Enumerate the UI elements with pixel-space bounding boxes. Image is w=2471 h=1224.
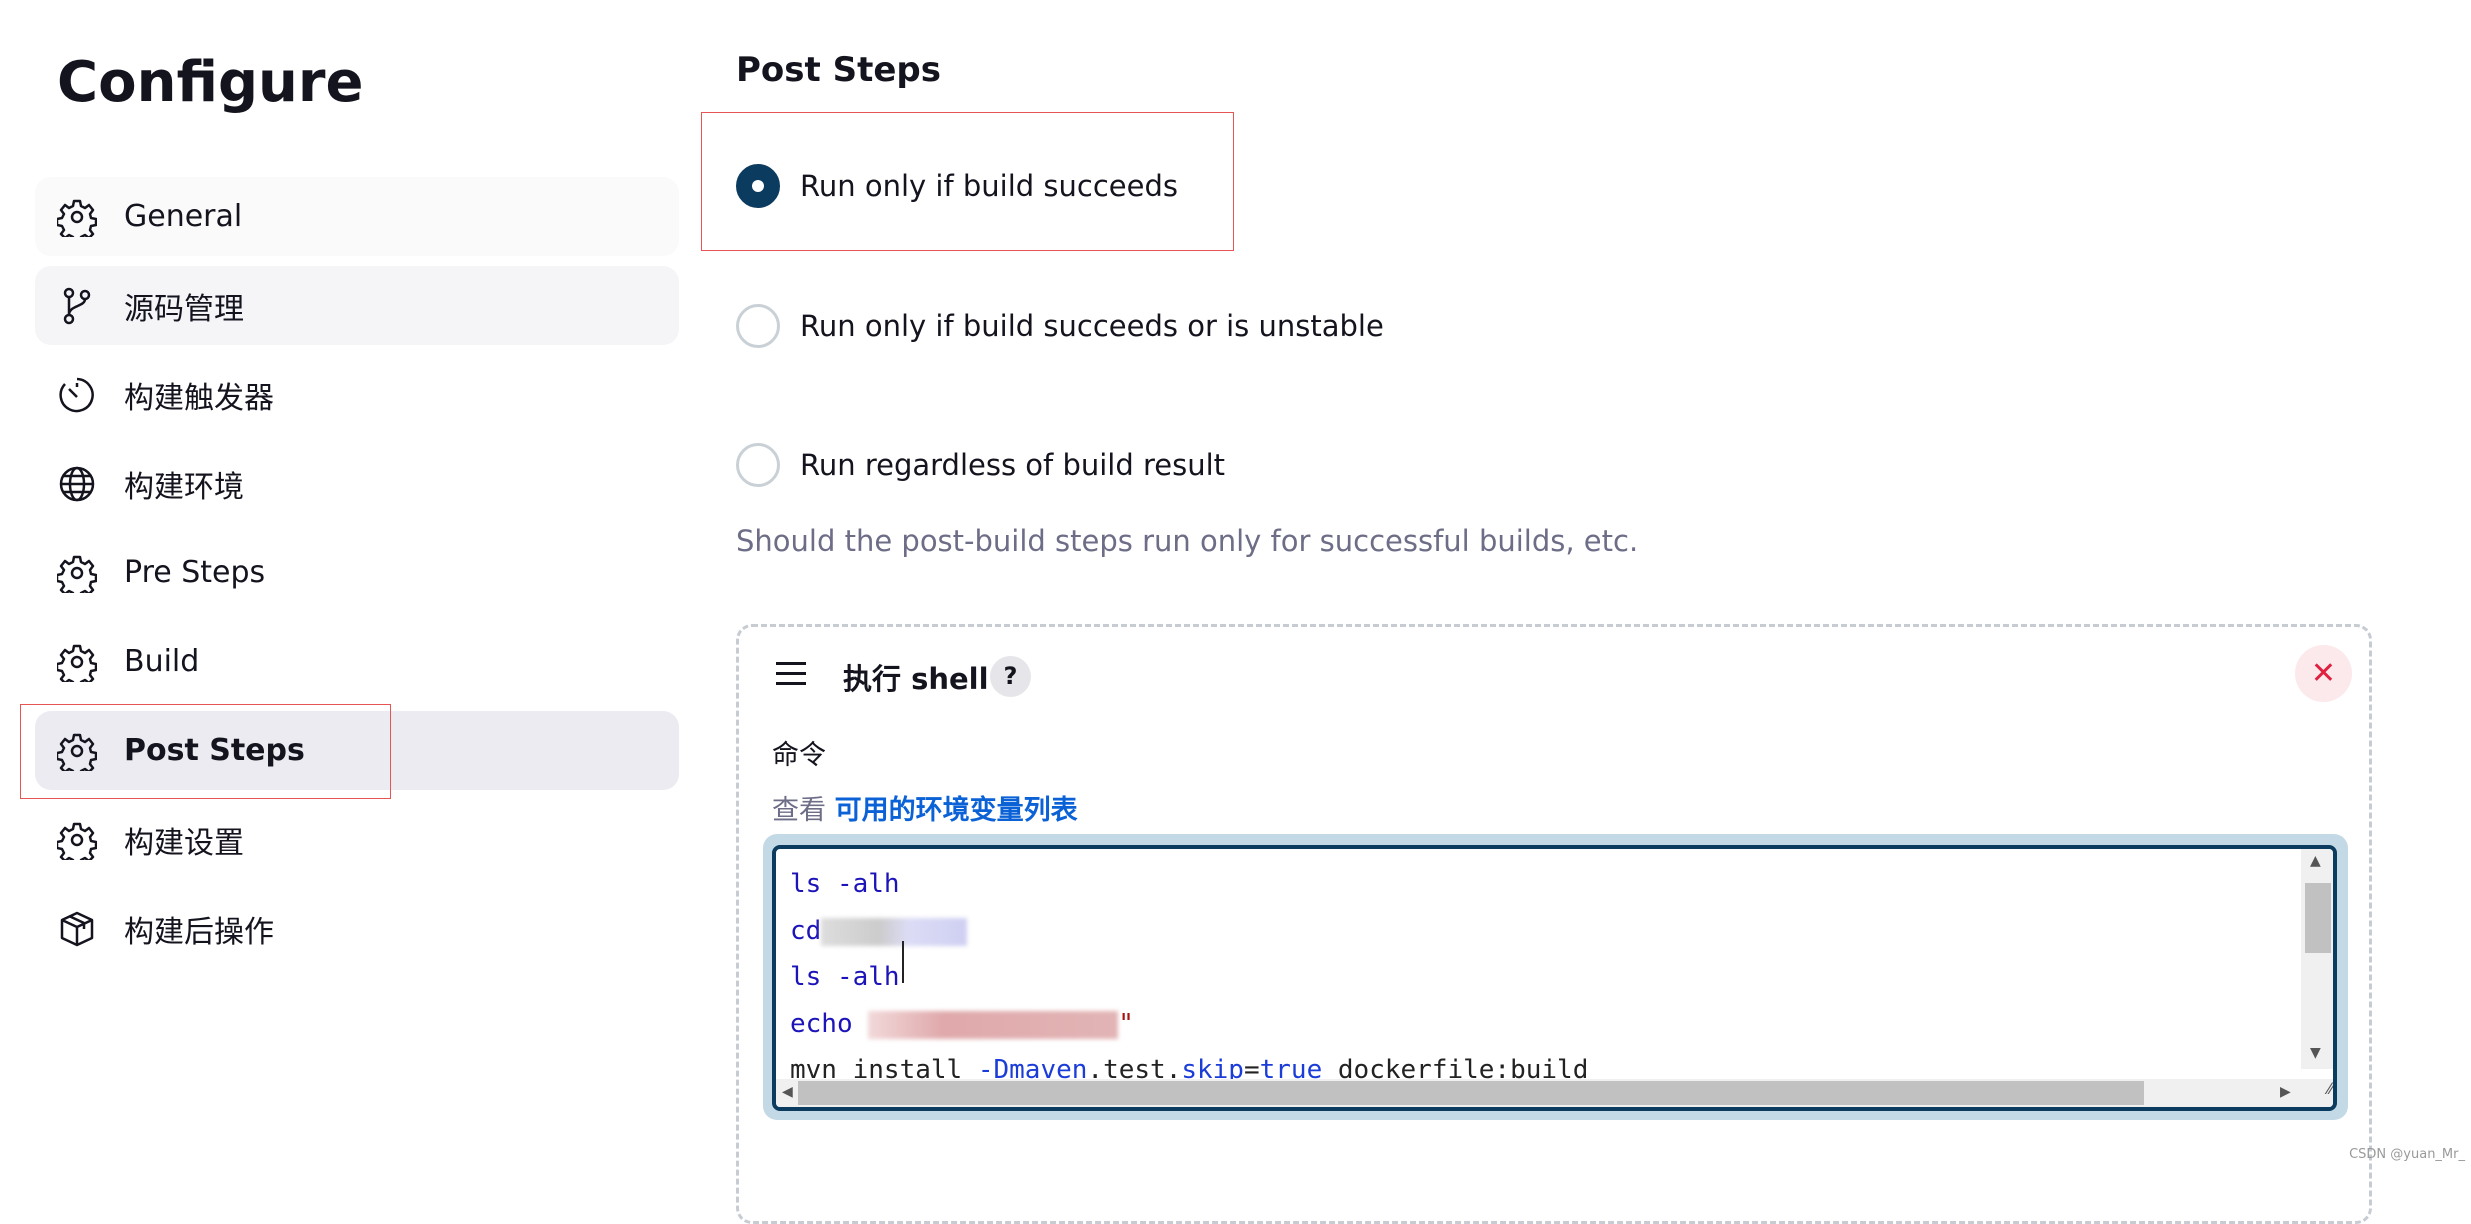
horizontal-scrollbar[interactable]: ◀ ▶ [776,1079,2305,1107]
command-label: 命令 [772,740,826,771]
help-button[interactable]: ? [990,656,1031,697]
env-vars-line: 查看 可用的环境变量列表 [772,788,1078,827]
highlight-box [20,704,391,799]
sidebar-item-label: Build [124,644,200,679]
sidebar-item-2[interactable]: 构建触发器 [35,355,679,434]
radio-button[interactable] [736,304,780,348]
sidebar-item-4[interactable]: Pre Steps [35,533,679,612]
vertical-scrollbar[interactable]: ▲ ▼ [2301,849,2333,1069]
command-editor[interactable]: ls -alh cd ls -alh echo " mvn install -D… [772,845,2337,1111]
sidebar-item-0[interactable]: General [35,177,679,256]
radio-run-if-success[interactable]: Run only if build succeeds [736,161,1178,211]
sidebar-item-label: 构建设置 [124,825,244,861]
delete-step-button[interactable]: ✕ [2295,645,2352,702]
code-token: cd [790,916,822,946]
radio-label: Run only if build succeeds or is unstabl… [800,309,1384,343]
scroll-right-icon[interactable]: ▶ [2280,1084,2291,1100]
env-vars-link[interactable]: 可用的环境变量列表 [835,795,1078,826]
timer-icon [59,377,94,412]
scroll-down-icon[interactable]: ▼ [2310,1045,2321,1061]
section-title: Post Steps [736,50,941,90]
text-cursor [902,941,904,983]
gear-icon [57,644,97,682]
radio-button[interactable] [736,164,780,208]
sidebar-item-5[interactable]: Build [35,622,679,701]
package-icon [60,911,94,946]
gear-icon [57,822,97,860]
radio-run-if-unstable[interactable]: Run only if build succeeds or is unstabl… [736,301,1384,351]
redacted-text [821,917,968,946]
scroll-up-icon[interactable]: ▲ [2310,853,2321,869]
radio-button[interactable] [736,443,780,487]
radio-label: Run only if build succeeds [800,169,1178,203]
code-line: ls -alh [790,962,900,992]
sidebar-item-1[interactable]: 源码管理 [35,266,679,345]
page-title: Configure [57,50,364,115]
globe-icon [59,466,95,501]
gear-icon [57,555,97,593]
radio-label: Run regardless of build result [800,448,1226,482]
step-title: 执行 shell [843,662,989,696]
code-line: ls -alh [790,869,900,899]
scrollbar-thumb[interactable] [798,1081,2144,1105]
resize-handle-icon[interactable]: ⁄⁄ [2301,1079,2333,1107]
scrollbar-thumb[interactable] [2305,883,2331,953]
code-token: echo [790,1009,853,1039]
code-line: echo " [790,1009,1134,1049]
code-token: " [1118,1009,1134,1039]
sidebar-item-label: General [124,199,243,234]
sidebar-item-label: Pre Steps [124,555,266,590]
gear-icon [57,199,97,237]
sidebar-item-3[interactable]: 构建环境 [35,444,679,523]
code-line: cd [790,916,968,956]
redacted-text [868,1010,1119,1039]
sidebar-item-label: 构建后操作 [124,914,274,950]
branch-icon [63,287,91,324]
scroll-left-icon[interactable]: ◀ [782,1084,793,1100]
radio-run-regardless[interactable]: Run regardless of build result [736,440,1225,490]
drag-handle-icon[interactable] [776,662,806,692]
help-text: Should the post-build steps run only for… [736,524,1639,558]
sidebar-item-label: 源码管理 [124,291,244,327]
sidebar-item-label: 构建触发器 [124,380,274,416]
watermark: CSDN @yuan_Mr_ [2349,1147,2465,1162]
env-prefix: 查看 [772,795,826,826]
sidebar-item-8[interactable]: 构建后操作 [35,889,679,968]
sidebar-item-7[interactable]: 构建设置 [35,800,679,879]
sidebar-item-label: 构建环境 [124,469,244,505]
